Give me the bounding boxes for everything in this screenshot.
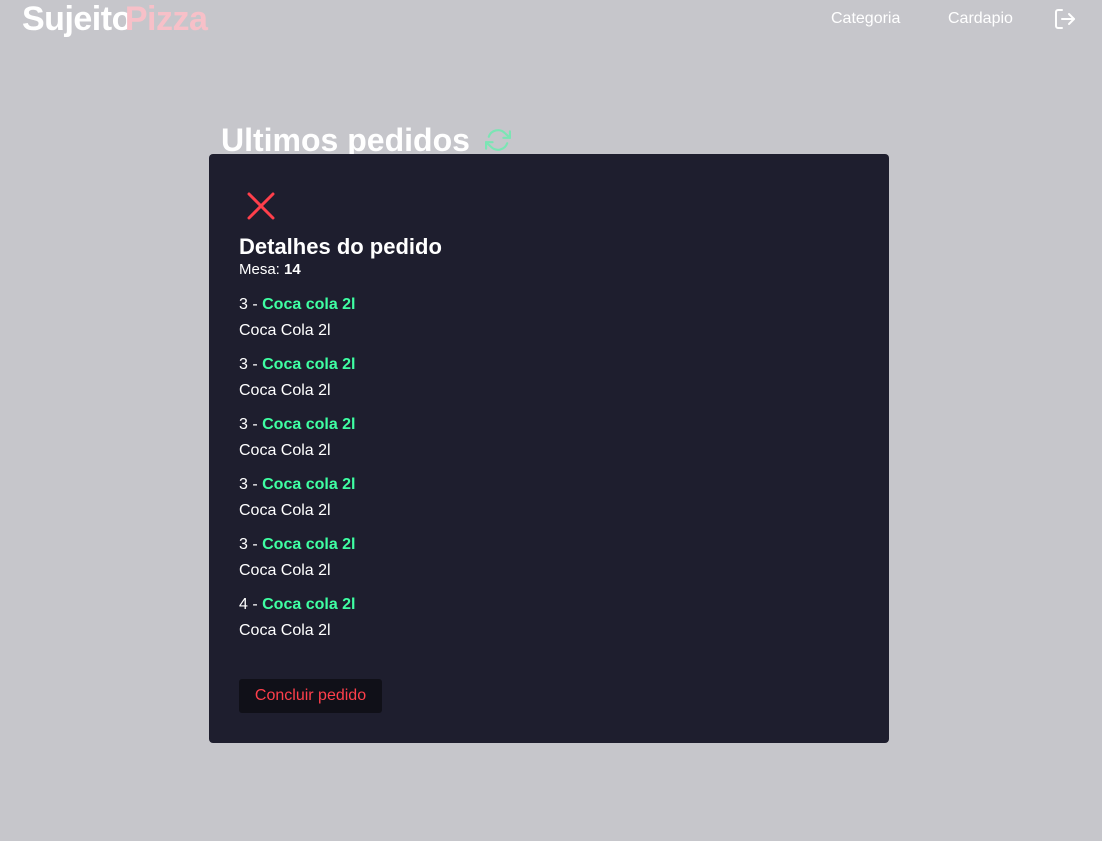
close-button[interactable] — [245, 190, 277, 222]
item-amount: 3 — [239, 356, 248, 373]
item-amount: 3 — [239, 296, 248, 313]
order-item-title: 3 - Coca cola 2l — [239, 472, 356, 498]
finish-order-button[interactable]: Concluir pedido — [239, 679, 382, 713]
item-description: Coca Cola 2l — [239, 322, 331, 339]
item-separator: - — [247, 476, 263, 493]
item-separator: - — [247, 536, 263, 553]
item-amount: 3 — [239, 416, 248, 433]
page-title: Ultimos pedidos — [221, 122, 470, 154]
item-separator: - — [247, 596, 263, 613]
item-name: Coca cola 2l — [262, 476, 356, 493]
item-separator: - — [247, 296, 263, 313]
item-description: Coca Cola 2l — [239, 442, 331, 459]
order-item-title: 3 - Coca cola 2l — [239, 412, 356, 438]
item-amount: 4 — [239, 596, 248, 613]
logo[interactable]: SujeitoPizza — [22, 0, 208, 38]
item-amount: 3 — [239, 476, 248, 493]
item-description: Coca Cola 2l — [239, 502, 331, 519]
table-info: Mesa: 14 — [239, 261, 301, 279]
table-number: 14 — [284, 261, 301, 278]
page: SujeitoPizza Categoria Cardapio Ultimos … — [0, 0, 1102, 841]
item-name: Coca cola 2l — [262, 356, 356, 373]
logo-text-sujeito: Sujeito — [22, 0, 132, 38]
order-item: 3 - Coca cola 2l Coca Cola 2l — [239, 412, 356, 472]
item-name: Coca cola 2l — [262, 596, 356, 613]
order-details-modal: Detalhes do pedido Mesa: 14 3 - Coca col… — [209, 154, 889, 743]
item-description: Coca Cola 2l — [239, 622, 331, 639]
order-item: 3 - Coca cola 2l Coca Cola 2l — [239, 292, 356, 352]
item-name: Coca cola 2l — [262, 296, 356, 313]
item-description: Coca Cola 2l — [239, 562, 331, 579]
item-separator: - — [247, 416, 263, 433]
order-item: 3 - Coca cola 2l Coca Cola 2l — [239, 352, 356, 412]
table-label: Mesa: — [239, 261, 280, 278]
modal-title: Detalhes do pedido — [239, 234, 442, 259]
close-icon — [247, 192, 275, 220]
order-item-title: 3 - Coca cola 2l — [239, 532, 356, 558]
order-item: 3 - Coca cola 2l Coca Cola 2l — [239, 532, 356, 592]
order-items-list: 3 - Coca cola 2l Coca Cola 2l 3 - Coca c… — [239, 292, 356, 652]
item-name: Coca cola 2l — [262, 416, 356, 433]
order-item-title: 4 - Coca cola 2l — [239, 592, 356, 618]
logout-icon[interactable] — [1053, 7, 1077, 31]
nav-link-categoria[interactable]: Categoria — [831, 10, 900, 28]
order-item: 4 - Coca cola 2l Coca Cola 2l — [239, 592, 356, 652]
item-amount: 3 — [239, 536, 248, 553]
order-item-title: 3 - Coca cola 2l — [239, 352, 356, 378]
refresh-icon[interactable] — [485, 127, 511, 153]
order-item-title: 3 - Coca cola 2l — [239, 292, 356, 318]
logo-text-pizza: Pizza — [124, 0, 208, 38]
item-name: Coca cola 2l — [262, 536, 356, 553]
item-separator: - — [247, 356, 263, 373]
order-item: 3 - Coca cola 2l Coca Cola 2l — [239, 472, 356, 532]
item-description: Coca Cola 2l — [239, 382, 331, 399]
nav-link-cardapio[interactable]: Cardapio — [948, 10, 1013, 28]
